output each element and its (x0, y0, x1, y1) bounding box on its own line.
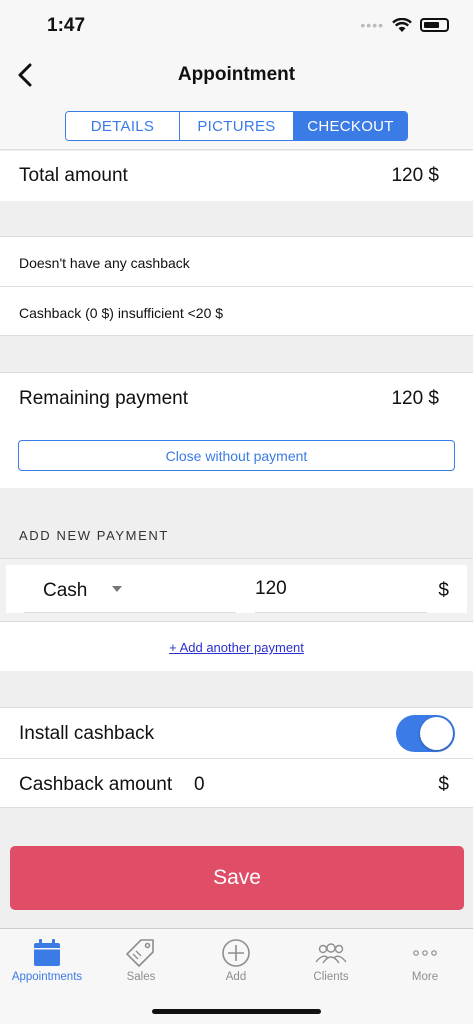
remaining-payment-value: 120 $ (391, 388, 439, 409)
payment-method-value: Cash (43, 580, 88, 601)
segmented-control-container: DETAILS PICTURES CHECKOUT (0, 100, 473, 150)
tag-icon (126, 939, 154, 967)
tab-more[interactable]: More (378, 929, 472, 991)
tab-label: Appointments (11, 971, 83, 983)
cashback-info-section: Doesn't have any cashback Cashback (0 $)… (0, 236, 473, 336)
status-bar: 1:47 •••• (0, 0, 473, 50)
add-payment-header: ADD NEW PAYMENT (19, 528, 169, 543)
cashback-amount-input[interactable]: 0 (194, 774, 205, 796)
install-cashback-toggle[interactable] (396, 715, 455, 752)
battery-icon (420, 18, 449, 32)
close-without-payment-button[interactable]: Close without payment (18, 440, 455, 471)
cashback-amount-currency: $ (438, 774, 449, 795)
cashback-amount-label: Cashback amount (19, 774, 173, 795)
tab-details[interactable]: DETAILS (66, 112, 180, 140)
cellular-signal-icon: •••• (360, 17, 384, 33)
total-amount-row: Total amount 120 $ (0, 151, 473, 201)
tab-add[interactable]: Add (189, 929, 283, 991)
total-amount-label: Total amount (19, 165, 128, 186)
tab-label: Sales (126, 971, 156, 983)
users-icon (315, 943, 347, 964)
status-icons: •••• (360, 17, 449, 33)
page-title: Appointment (177, 64, 296, 85)
cashback-insufficient-text: Cashback (0 $) insufficient <20 $ (19, 305, 224, 321)
divider (0, 286, 473, 287)
install-cashback-label: Install cashback (19, 723, 155, 744)
plus-circle-icon (222, 939, 250, 967)
tab-label: Add (225, 971, 247, 983)
calendar-icon (34, 939, 60, 966)
payment-currency: $ (438, 580, 449, 601)
total-amount-value: 120 $ (391, 165, 439, 186)
segmented-control: DETAILS PICTURES CHECKOUT (65, 111, 408, 141)
cashback-status-text: Doesn't have any cashback (19, 255, 190, 271)
dropdown-caret-icon (112, 586, 122, 592)
toggle-knob (420, 717, 453, 750)
navigation-bar: Appointment (0, 50, 473, 100)
save-button[interactable]: Save (10, 846, 464, 910)
tab-label: Clients (313, 971, 349, 983)
tab-appointments[interactable]: Appointments (0, 929, 94, 991)
wifi-icon (392, 17, 412, 32)
payment-entry-row: Cash $ (6, 565, 467, 613)
payment-amount-input[interactable] (255, 565, 427, 613)
add-another-payment-link[interactable]: + Add another payment (0, 640, 473, 655)
payment-method-dropdown[interactable]: Cash (24, 565, 236, 613)
remaining-payment-label: Remaining payment (19, 388, 188, 409)
status-time: 1:47 (47, 15, 86, 36)
divider (0, 758, 473, 759)
tab-sales[interactable]: Sales (94, 929, 188, 991)
tab-clients[interactable]: Clients (284, 929, 378, 991)
home-indicator (152, 1009, 321, 1014)
tab-label: More (411, 971, 439, 983)
tab-pictures[interactable]: PICTURES (180, 112, 294, 140)
more-icon (413, 950, 437, 956)
tab-checkout[interactable]: CHECKOUT (294, 112, 407, 140)
